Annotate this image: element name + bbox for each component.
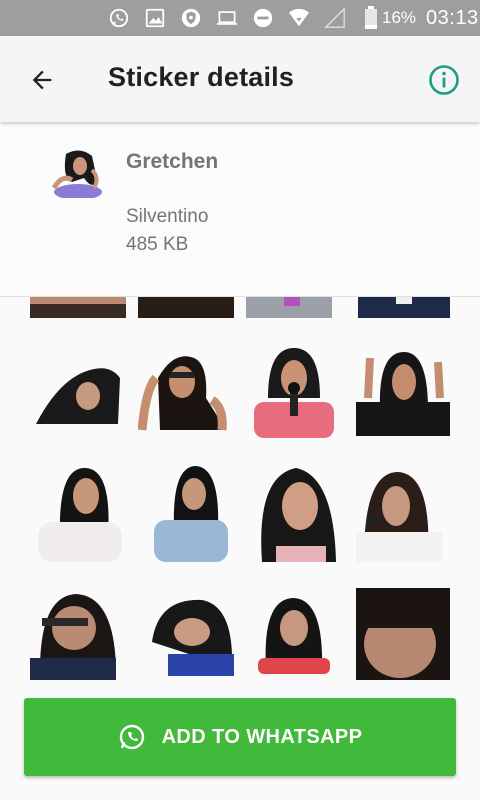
battery-icon	[360, 6, 382, 29]
status-icons	[108, 6, 382, 29]
sticker-grid	[0, 296, 480, 696]
sticker-9[interactable]	[38, 466, 138, 566]
battery-percent: 16%	[382, 8, 417, 27]
signal-icon	[324, 7, 346, 29]
sticker-6[interactable]	[137, 338, 238, 438]
clock: 03:13	[426, 6, 479, 29]
wifi-icon	[288, 7, 310, 29]
sticker-4[interactable]	[356, 296, 456, 318]
sticker-13[interactable]	[30, 588, 130, 688]
do-not-disturb-icon	[252, 7, 274, 29]
tray-icon	[48, 148, 104, 200]
info-button[interactable]	[424, 60, 464, 100]
whatsapp-icon	[119, 724, 144, 750]
add-to-whatsapp-button[interactable]: ADD TO WHATSAPP	[24, 698, 456, 776]
pack-size: 485 KB	[126, 234, 189, 255]
page-title: Sticker details	[108, 62, 295, 92]
sticker-11[interactable]	[246, 466, 346, 566]
sticker-16[interactable]	[356, 588, 456, 688]
sticker-15[interactable]	[246, 588, 346, 688]
sticker-5[interactable]	[30, 338, 130, 438]
status-bar: 16% 03:13	[0, 0, 480, 36]
pack-name: Gretchen	[126, 150, 219, 173]
shield-icon	[180, 7, 202, 29]
add-to-whatsapp-label: ADD TO WHATSAPP	[161, 725, 363, 748]
sticker-14[interactable]	[148, 588, 248, 688]
laptop-icon	[216, 7, 238, 29]
sticker-7[interactable]	[246, 338, 346, 438]
image-icon	[144, 7, 166, 29]
info-icon	[429, 65, 459, 95]
sticker-8[interactable]	[356, 338, 456, 438]
sticker-2[interactable]	[138, 296, 238, 318]
sticker-12[interactable]	[356, 466, 456, 566]
app-bar: Sticker details	[0, 36, 480, 122]
bottom-bar: ADD TO WHATSAPP	[0, 680, 480, 800]
sticker-10[interactable]	[148, 466, 248, 566]
arrow-back-icon	[32, 70, 52, 90]
pack-author: Silventino	[126, 206, 209, 227]
pack-header: Gretchen Silventino 485 KB	[0, 122, 480, 297]
sticker-1[interactable]	[30, 296, 130, 318]
sticker-3[interactable]	[246, 296, 346, 318]
whatsapp-icon	[108, 7, 130, 29]
back-button[interactable]	[22, 60, 62, 100]
